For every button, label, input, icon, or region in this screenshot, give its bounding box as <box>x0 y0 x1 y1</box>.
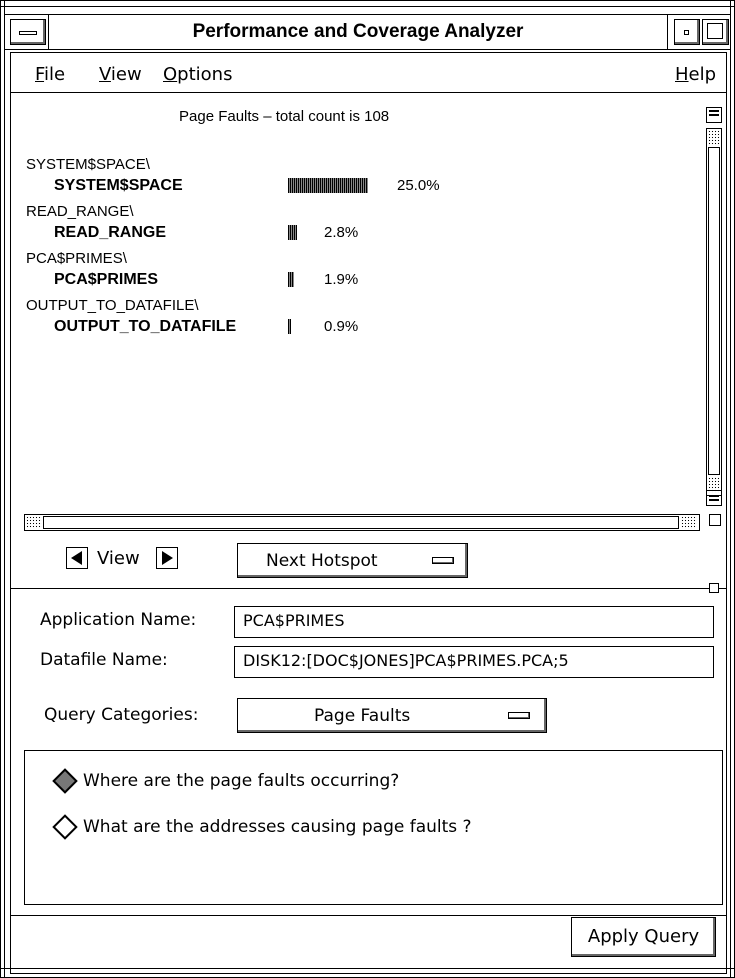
scroll-up-arrow-icon[interactable] <box>708 130 720 146</box>
entry-path: OUTPUT_TO_DATAFILE\ <box>26 297 199 314</box>
scroll-right-arrow-icon[interactable] <box>681 516 697 529</box>
apply-query-button[interactable]: Apply Query <box>571 917 716 957</box>
view-prev-button[interactable] <box>66 547 88 569</box>
maximize-button[interactable] <box>702 19 729 45</box>
scroll-top-button[interactable] <box>706 107 722 123</box>
frame-bottom-edge[interactable] <box>0 968 735 969</box>
left-arrow-icon <box>71 551 82 565</box>
pane-separator <box>11 588 726 589</box>
entry-percent: 2.8% <box>324 224 359 241</box>
frame-top-edge[interactable] <box>0 6 735 7</box>
right-arrow-icon <box>162 551 173 565</box>
menu-options[interactable]: Options <box>163 64 232 85</box>
query-option[interactable]: Where are the page faults occurring? <box>52 768 399 795</box>
title-bar[interactable]: Performance and Coverage Analyzer <box>4 14 731 50</box>
query-categories-value: Page Faults <box>314 706 411 726</box>
display-heading: Page Faults – total count is 108 <box>179 108 390 125</box>
entry-path: PCA$PRIMES\ <box>26 250 127 267</box>
view-label: View <box>97 548 140 569</box>
entry-path: READ_RANGE\ <box>26 203 134 220</box>
entry-bar <box>288 225 297 240</box>
option-menu-icon <box>508 712 530 719</box>
entry-bar <box>288 319 291 334</box>
scroll-left-arrow-icon[interactable] <box>26 516 42 529</box>
entry-path: SYSTEM$SPACE\ <box>26 156 150 173</box>
query-option-label: Where are the page faults occurring? <box>83 771 400 791</box>
query-option-label: What are the addresses causing page faul… <box>83 817 472 837</box>
vertical-scrollbar[interactable] <box>706 128 722 496</box>
bottom-separator <box>11 915 726 916</box>
frame-right-edge[interactable] <box>730 0 731 978</box>
horizontal-scrollbar[interactable] <box>24 514 700 531</box>
datafile-name-label: Datafile Name: <box>40 650 168 670</box>
entry-name[interactable]: OUTPUT_TO_DATAFILE <box>54 318 236 336</box>
application-name-field[interactable]: PCA$PRIMES <box>234 606 714 638</box>
view-next-button[interactable] <box>156 547 178 569</box>
next-hotspot-menu[interactable]: Next Hotspot <box>237 543 468 578</box>
horizontal-scroll-thumb[interactable] <box>43 516 679 529</box>
next-hotspot-label: Next Hotspot <box>266 551 378 571</box>
entry-percent: 1.9% <box>324 271 359 288</box>
menu-file[interactable]: File <box>35 64 65 85</box>
scroll-bottom-button[interactable] <box>706 490 722 506</box>
entry-name[interactable]: READ_RANGE <box>54 224 166 242</box>
entry-name[interactable]: PCA$PRIMES <box>54 271 158 289</box>
query-categories-menu[interactable]: Page Faults <box>237 698 547 733</box>
query-categories-label: Query Categories: <box>44 705 199 725</box>
corner-resize-box[interactable] <box>709 514 721 526</box>
entry-percent: 25.0% <box>397 177 440 194</box>
window-menu-button[interactable] <box>10 19 46 45</box>
frame-left-edge[interactable] <box>4 0 5 978</box>
query-list: Where are the page faults occurring? Wha… <box>24 750 723 905</box>
radio-unselected-icon[interactable] <box>52 814 78 840</box>
pane-sash[interactable] <box>709 583 719 593</box>
entry-bar <box>288 272 294 287</box>
minimize-icon <box>684 30 689 35</box>
scroll-top-icon <box>709 110 719 116</box>
window-menu-icon <box>19 31 37 35</box>
entry-percent: 0.9% <box>324 318 359 335</box>
scroll-bottom-icon <box>709 495 719 501</box>
option-menu-icon <box>432 557 454 564</box>
minimize-button[interactable] <box>674 19 700 45</box>
menu-help[interactable]: Help <box>675 64 716 85</box>
datafile-name-field[interactable]: DISK12:[DOC$JONES]PCA$PRIMES.PCA;5 <box>234 646 714 678</box>
radio-selected-icon[interactable] <box>52 768 78 794</box>
menu-bar: File View Options Help <box>11 53 726 93</box>
window-title: Performance and Coverage Analyzer <box>48 15 668 49</box>
application-name-label: Application Name: <box>40 610 197 630</box>
menu-view[interactable]: View <box>99 64 142 85</box>
vertical-scroll-thumb[interactable] <box>708 147 720 475</box>
entry-bar <box>288 178 368 193</box>
maximize-icon <box>707 23 723 39</box>
entry-name[interactable]: SYSTEM$SPACE <box>54 177 183 195</box>
query-option[interactable]: What are the addresses causing page faul… <box>52 814 523 841</box>
